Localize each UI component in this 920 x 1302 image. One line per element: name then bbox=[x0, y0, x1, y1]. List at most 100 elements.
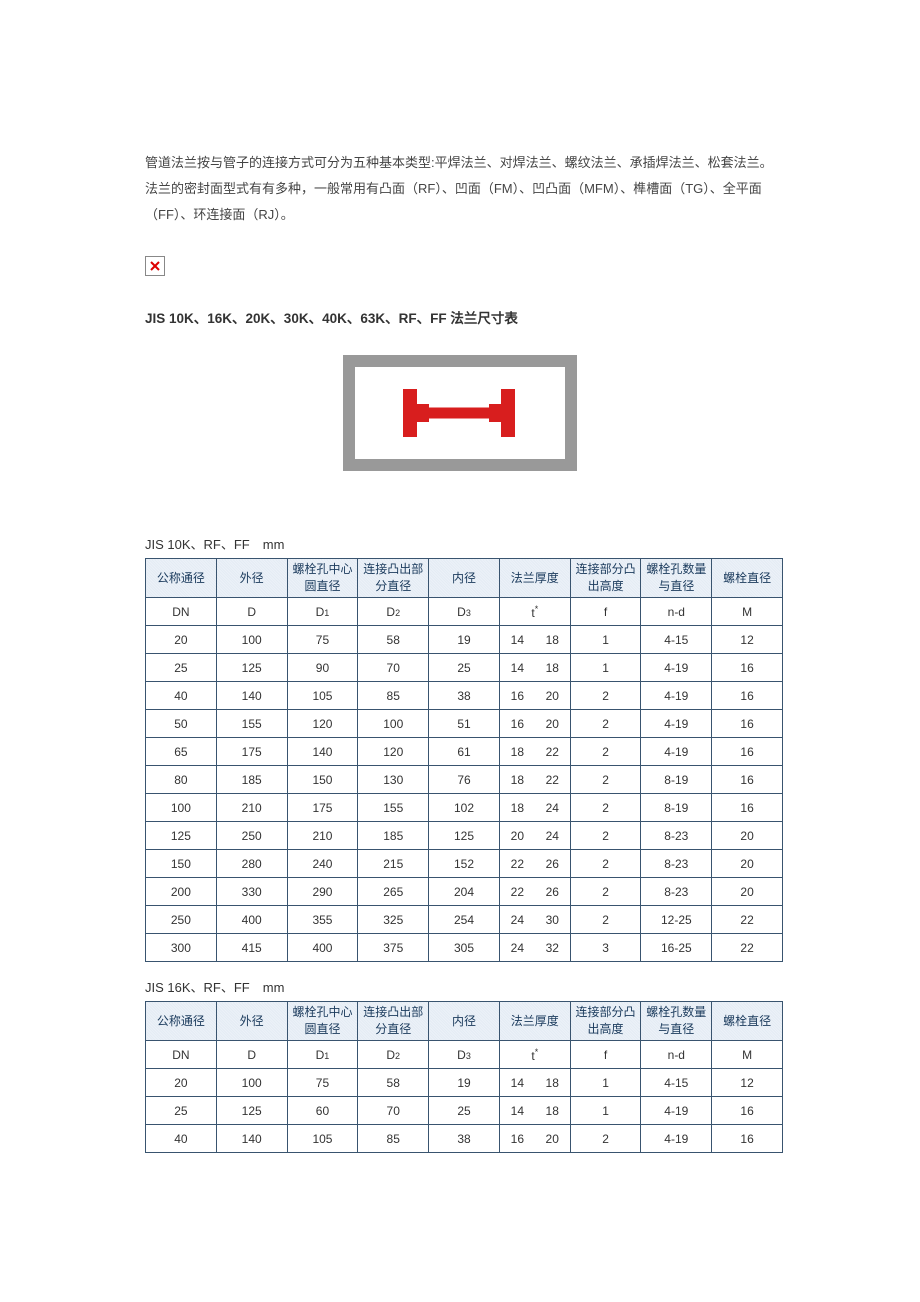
col-header-d1: 螺栓孔中心圆直径 bbox=[287, 559, 358, 598]
cell: 19 bbox=[429, 1069, 500, 1097]
cell: 4-15 bbox=[641, 1069, 712, 1097]
cell: 25 bbox=[429, 1097, 500, 1125]
intro-paragraph: 管道法兰按与管子的连接方式可分为五种基本类型:平焊法兰、对焊法兰、螺纹法兰、承插… bbox=[145, 150, 775, 228]
cell: 12 bbox=[712, 1069, 783, 1097]
cell: 375 bbox=[358, 934, 429, 962]
cell: 60 bbox=[287, 1097, 358, 1125]
section-title: JIS 10K、16K、20K、30K、40K、63K、RF、FF 法兰尺寸表 bbox=[145, 307, 775, 327]
cell: 4-19 bbox=[641, 1097, 712, 1125]
col-symbol-t: t* bbox=[499, 598, 570, 626]
cell: 50 bbox=[146, 710, 217, 738]
cell: 100 bbox=[216, 1069, 287, 1097]
cell: 100 bbox=[358, 710, 429, 738]
cell: 155 bbox=[358, 794, 429, 822]
cell: 105 bbox=[287, 1125, 358, 1153]
cell: 22 bbox=[712, 906, 783, 934]
cell: 40 bbox=[146, 1125, 217, 1153]
cell: 325 bbox=[358, 906, 429, 934]
cell: 280 bbox=[216, 850, 287, 878]
col-symbol-d: D bbox=[216, 598, 287, 626]
cell: 61 bbox=[429, 738, 500, 766]
cell: 140 bbox=[216, 682, 287, 710]
cell: 204 bbox=[429, 878, 500, 906]
col-header-d3: 内径 bbox=[429, 1002, 500, 1041]
cell: 254 bbox=[429, 906, 500, 934]
cell: 210 bbox=[216, 794, 287, 822]
cell-thickness: 1620 bbox=[499, 1125, 570, 1153]
cell: 58 bbox=[358, 1069, 429, 1097]
cell: 8-19 bbox=[641, 766, 712, 794]
table-row: 3004154003753052432316-2522 bbox=[146, 934, 783, 962]
col-header-d2: 连接凸出部分直径 bbox=[358, 559, 429, 598]
col-symbol-m: M bbox=[712, 1041, 783, 1069]
cell: 140 bbox=[216, 1125, 287, 1153]
cell: 150 bbox=[287, 766, 358, 794]
cell: 2 bbox=[570, 794, 641, 822]
col-header-dn: 公称通径 bbox=[146, 559, 217, 598]
cell-thickness: 2226 bbox=[499, 878, 570, 906]
table-row: 25125607025141814-1916 bbox=[146, 1097, 783, 1125]
col-header-nd: 螺栓孔数量与直径 bbox=[641, 1002, 712, 1041]
cell-thickness: 1418 bbox=[499, 1069, 570, 1097]
cell: 210 bbox=[287, 822, 358, 850]
broken-image-placeholder bbox=[145, 256, 165, 276]
cell-thickness: 2432 bbox=[499, 934, 570, 962]
cell: 85 bbox=[358, 682, 429, 710]
cell: 400 bbox=[287, 934, 358, 962]
cell-thickness: 2024 bbox=[499, 822, 570, 850]
cell: 90 bbox=[287, 654, 358, 682]
cell: 22 bbox=[712, 934, 783, 962]
col-header-d2: 连接凸出部分直径 bbox=[358, 1002, 429, 1041]
cell: 80 bbox=[146, 766, 217, 794]
table-row: 100210175155102182428-1916 bbox=[146, 794, 783, 822]
col-symbol-d3: D3 bbox=[429, 598, 500, 626]
cell: 16 bbox=[712, 1125, 783, 1153]
cell: 102 bbox=[429, 794, 500, 822]
col-header-d3: 内径 bbox=[429, 559, 500, 598]
cell: 355 bbox=[287, 906, 358, 934]
cell: 100 bbox=[216, 626, 287, 654]
col-header-d1: 螺栓孔中心圆直径 bbox=[287, 1002, 358, 1041]
cell: 300 bbox=[146, 934, 217, 962]
cell: 8-19 bbox=[641, 794, 712, 822]
col-symbol-dn: DN bbox=[146, 1041, 217, 1069]
col-symbol-m: M bbox=[712, 598, 783, 626]
cell-thickness: 2430 bbox=[499, 906, 570, 934]
cell: 4-19 bbox=[641, 654, 712, 682]
cell: 58 bbox=[358, 626, 429, 654]
cell: 20 bbox=[712, 822, 783, 850]
cell: 2 bbox=[570, 822, 641, 850]
table-row: 2504003553252542430212-2522 bbox=[146, 906, 783, 934]
cell: 265 bbox=[358, 878, 429, 906]
cell: 8-23 bbox=[641, 878, 712, 906]
cell: 2 bbox=[570, 906, 641, 934]
cell: 2 bbox=[570, 766, 641, 794]
cell: 120 bbox=[287, 710, 358, 738]
cell: 4-19 bbox=[641, 682, 712, 710]
col-header-d: 外径 bbox=[216, 559, 287, 598]
cell: 12-25 bbox=[641, 906, 712, 934]
cell: 75 bbox=[287, 1069, 358, 1097]
cell: 20 bbox=[712, 878, 783, 906]
col-symbol-d3: D3 bbox=[429, 1041, 500, 1069]
col-symbol-d: D bbox=[216, 1041, 287, 1069]
col-header-t: 法兰厚度 bbox=[499, 559, 570, 598]
cell: 2 bbox=[570, 682, 641, 710]
table-row: 6517514012061182224-1916 bbox=[146, 738, 783, 766]
cell: 1 bbox=[570, 1069, 641, 1097]
cell: 400 bbox=[216, 906, 287, 934]
cell: 65 bbox=[146, 738, 217, 766]
cell: 75 bbox=[287, 626, 358, 654]
col-symbol-t: t* bbox=[499, 1041, 570, 1069]
cell: 105 bbox=[287, 682, 358, 710]
col-header-t: 法兰厚度 bbox=[499, 1002, 570, 1041]
cell: 4-19 bbox=[641, 738, 712, 766]
table-row: 20100755819141814-1512 bbox=[146, 1069, 783, 1097]
col-header-d: 外径 bbox=[216, 1002, 287, 1041]
cell: 175 bbox=[287, 794, 358, 822]
cell: 8-23 bbox=[641, 850, 712, 878]
cell: 330 bbox=[216, 878, 287, 906]
cell: 155 bbox=[216, 710, 287, 738]
col-symbol-d1: D1 bbox=[287, 1041, 358, 1069]
cell: 76 bbox=[429, 766, 500, 794]
